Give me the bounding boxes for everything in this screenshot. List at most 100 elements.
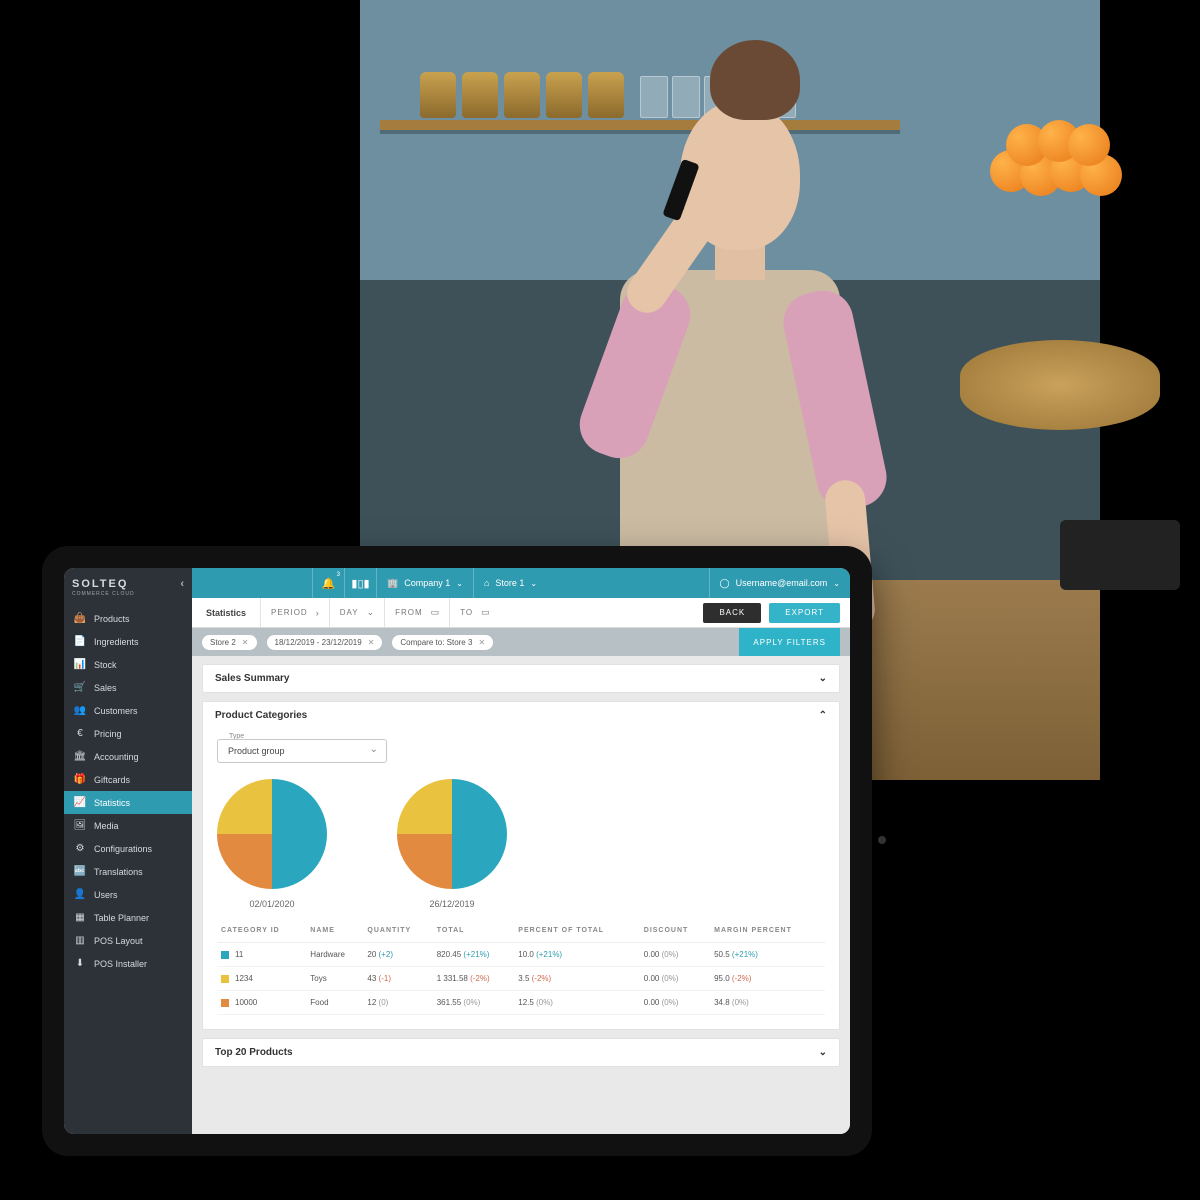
calendar-icon: ▭ <box>431 607 440 618</box>
sidebar-item-stock[interactable]: 📊 Stock <box>64 653 192 676</box>
to-date-filter[interactable]: TO ▭ <box>449 598 499 627</box>
store-label: Store 1 <box>495 578 524 588</box>
brand-logo: SOLTEQ COMMERCE CLOUD ‹ <box>64 568 192 607</box>
user-menu[interactable]: ◯ Username@email.com ⌄ <box>709 568 850 598</box>
app-screen: SOLTEQ COMMERCE CLOUD ‹ 👜Products📄Ingred… <box>64 568 850 1134</box>
sidebar-item-ingredients[interactable]: 📄Ingredients <box>64 630 192 653</box>
layout-icon: ▥ <box>74 935 86 946</box>
table-header: CATEGORY ID <box>217 919 306 943</box>
pie-chart: 26/12/2019 <box>397 779 507 909</box>
filter-chip-compare[interactable]: Compare to: Store 3✕ <box>392 635 493 650</box>
active-filters-bar: Store 2✕ 18/12/2019 - 23/12/2019✕ Compar… <box>192 628 850 656</box>
photo-canister <box>420 72 456 118</box>
notifications-button[interactable]: 🔔 3 <box>312 568 344 598</box>
store-selector[interactable]: ⌂ Store 1 ⌄ <box>473 568 547 598</box>
sidebar-item-pos-layout[interactable]: ▥ POS Layout <box>64 929 192 952</box>
table-header: DISCOUNT <box>640 919 710 943</box>
translate-icon: 🔤 <box>74 866 86 877</box>
topbar: 🔔 3 ▮▯▮ 🏢 Company 1 ⌄ ⌂ Store 1 ⌄ ◯ <box>192 568 850 598</box>
category-swatch <box>221 951 229 959</box>
ingredient-icon: 📄 <box>74 636 86 647</box>
sidebar-item-translations[interactable]: 🔤 Translations <box>64 860 192 883</box>
pie-caption: 02/01/2020 <box>217 899 327 909</box>
chevron-down-icon: ⌄ <box>456 579 463 588</box>
sidebar-item-label: Pricing <box>94 729 122 739</box>
content-area: Sales Summary ⌄ Product Categories ⌃ Typ… <box>192 656 850 1134</box>
chart-icon: 📈 <box>74 797 86 808</box>
brand-name: SOLTEQ <box>72 578 128 590</box>
sidebar-item-table-planner[interactable]: ▦ Table Planner <box>64 906 192 929</box>
pie-graphic <box>217 779 327 889</box>
euro-icon: € <box>74 728 86 739</box>
filter-chip-date-range[interactable]: 18/12/2019 - 23/12/2019✕ <box>267 635 383 650</box>
store-icon: ⌂ <box>484 578 489 588</box>
table-header: TOTAL <box>433 919 515 943</box>
category-swatch <box>221 975 229 983</box>
period-filter[interactable]: PERIOD › <box>260 598 329 627</box>
close-icon[interactable]: ✕ <box>478 638 485 647</box>
close-icon[interactable]: ✕ <box>368 638 375 647</box>
day-filter[interactable]: DAY ⌄ <box>329 598 384 627</box>
export-button[interactable]: EXPORT <box>769 603 840 623</box>
sidebar-item-label: Table Planner <box>94 913 149 923</box>
sidebar-item-label: POS Installer <box>94 959 147 969</box>
close-icon[interactable]: ✕ <box>242 638 249 647</box>
sidebar-item-configurations[interactable]: ⚙ Configurations <box>64 837 192 860</box>
sidebar-item-label: Accounting <box>94 752 139 762</box>
photo-pastries <box>960 340 1160 430</box>
installer-icon: ⬇ <box>74 958 86 969</box>
bars-icon: 📊 <box>74 659 86 670</box>
page-title: Statistics <box>192 608 260 618</box>
sidebar-item-label: Configurations <box>94 844 152 854</box>
chevron-down-icon: ⌄ <box>367 607 375 618</box>
chevron-right-icon: › <box>316 608 319 618</box>
sidebar-item-label: Translations <box>94 867 143 877</box>
sidebar-item-media[interactable]: 🖼Media <box>64 814 192 837</box>
table-header: NAME <box>306 919 363 943</box>
filter-chip-store[interactable]: Store 2✕ <box>202 635 257 650</box>
sales-summary-header[interactable]: Sales Summary ⌄ <box>203 665 839 692</box>
top-20-products-header[interactable]: Top 20 Products ⌄ <box>203 1039 839 1066</box>
sidebar-item-pos-installer[interactable]: ⬇ POS Installer <box>64 952 192 975</box>
bank-icon: 🏛 <box>74 751 86 762</box>
photo-card-terminal <box>1060 520 1180 590</box>
sidebar-item-products[interactable]: 👜Products <box>64 607 192 630</box>
main-area: 🔔 3 ▮▯▮ 🏢 Company 1 ⌄ ⌂ Store 1 ⌄ ◯ <box>192 568 850 1134</box>
categories-table: CATEGORY IDNAMEQUANTITYTOTALPERCENT OF T… <box>217 919 825 1015</box>
apply-filters-button[interactable]: APPLY FILTERS <box>739 628 840 656</box>
barcode-button[interactable]: ▮▯▮ <box>344 568 376 598</box>
user-email: Username@email.com <box>736 578 828 588</box>
sidebar-item-label: Users <box>94 890 118 900</box>
cart-icon: 🛒 <box>74 682 86 693</box>
table-icon: ▦ <box>74 912 86 923</box>
type-selector[interactable]: Type Product group <box>217 739 387 763</box>
media-icon: 🖼 <box>74 820 86 831</box>
barcode-icon: ▮▯▮ <box>351 577 369 590</box>
sliders-icon: ⚙ <box>74 843 86 854</box>
table-row: 11Hardware20 (+2)820.45 (+21%)10.0 (+21%… <box>217 943 825 967</box>
sidebar-item-users[interactable]: 👤Users <box>64 883 192 906</box>
sidebar-item-giftcards[interactable]: 🎁Giftcards <box>64 768 192 791</box>
back-button[interactable]: BACK <box>703 603 761 623</box>
sidebar-item-statistics[interactable]: 📈Statistics <box>64 791 192 814</box>
sidebar-item-sales[interactable]: 🛒Sales <box>64 676 192 699</box>
photo-canister <box>462 72 498 118</box>
chevron-down-icon: ⌄ <box>530 579 537 588</box>
notification-count: 3 <box>337 572 340 578</box>
bell-icon: 🔔 <box>322 577 336 590</box>
company-selector[interactable]: 🏢 Company 1 ⌄ <box>376 568 473 598</box>
sidebar-item-customers[interactable]: 👥Customers <box>64 699 192 722</box>
product-categories-header[interactable]: Product Categories ⌃ <box>203 702 839 729</box>
sidebar-collapse-icon[interactable]: ‹ <box>180 578 186 590</box>
sidebar-item-label: POS Layout <box>94 936 143 946</box>
gift-icon: 🎁 <box>74 774 86 785</box>
sidebar-item-label: Stock <box>94 660 117 670</box>
table-header: MARGIN PERCENT <box>710 919 825 943</box>
sidebar-item-accounting[interactable]: 🏛 Accounting <box>64 745 192 768</box>
pie-caption: 26/12/2019 <box>397 899 507 909</box>
sidebar-item-pricing[interactable]: € Pricing <box>64 722 192 745</box>
table-row: 10000Food12 (0)361.55 (0%)12.5 (0%)0.00 … <box>217 991 825 1015</box>
chevron-up-icon: ⌃ <box>819 710 827 721</box>
from-date-filter[interactable]: FROM ▭ <box>384 598 449 627</box>
people-icon: 👥 <box>74 705 86 716</box>
